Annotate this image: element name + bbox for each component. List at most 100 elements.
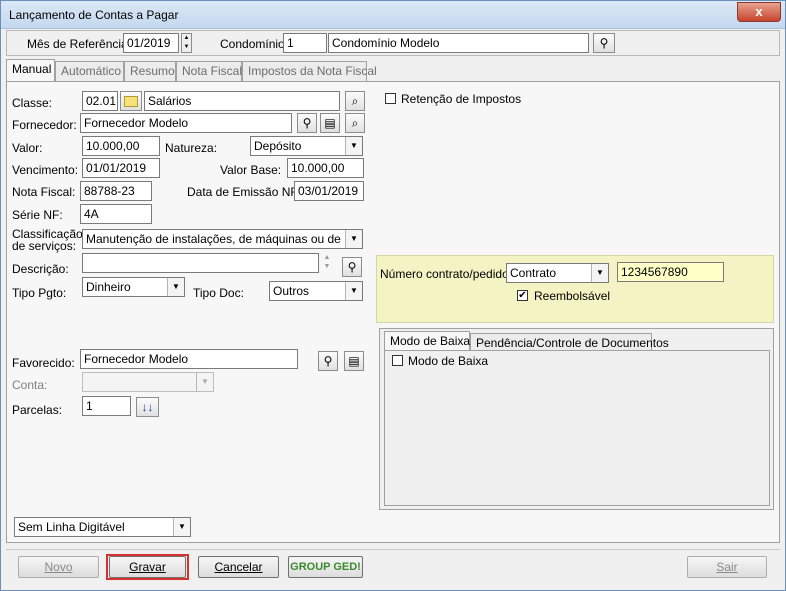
title-bar: Lançamento de Contas a Pagar x xyxy=(1,1,785,29)
classificacao-label-2: de serviços: xyxy=(12,239,77,253)
classe-name-input[interactable]: Salários xyxy=(144,91,340,111)
tab-impostos-nota-fiscal[interactable]: Impostos da Nota Fiscal xyxy=(242,61,377,81)
cancelar-button[interactable]: Cancelar xyxy=(198,556,279,578)
classe-search-button[interactable]: ⌕ xyxy=(345,91,365,111)
chevron-down-icon: ▼ xyxy=(173,518,190,536)
favorecido-binoculars-button[interactable]: ⚲ xyxy=(318,351,338,371)
parcelas-expand-button[interactable]: ↓↓ xyxy=(136,397,159,417)
parcelas-input[interactable]: 1 xyxy=(82,396,131,416)
fornecedor-binoculars-button[interactable]: ⚲ xyxy=(297,113,317,133)
linha-digitavel-select[interactable]: Sem Linha Digitável ▼ xyxy=(14,517,191,537)
tab-manual[interactable]: Manual xyxy=(6,59,55,81)
valor-base-input[interactable]: 10.000,00 xyxy=(287,158,364,178)
fornecedor-properties-button[interactable]: ▤ xyxy=(320,113,340,133)
descricao-label: Descrição: xyxy=(12,262,69,276)
modo-baixa-label: Modo de Baixa xyxy=(408,354,489,368)
cancelar-label: Cancelar xyxy=(214,560,263,574)
chevron-down-icon: ▼ xyxy=(167,278,184,296)
natureza-select[interactable]: Depósito ▼ xyxy=(250,136,363,156)
valor-input[interactable]: 10.000,00 xyxy=(82,136,160,156)
chevron-down-icon: ▼ xyxy=(345,282,362,300)
condominio-label: Condomínio: xyxy=(220,37,289,51)
tipo-pgto-label: Tipo Pgto: xyxy=(12,286,67,300)
tab-resumo[interactable]: Resumo xyxy=(124,61,176,81)
data-emissao-label: Data de Emissão NF: xyxy=(187,185,302,199)
valor-base-label: Valor Base: xyxy=(220,163,282,177)
linha-digitavel-value: Sem Linha Digitável xyxy=(18,520,125,534)
tab-automatico[interactable]: Automático xyxy=(55,61,124,81)
properties-icon: ▤ xyxy=(324,116,336,130)
retencao-checkbox[interactable] xyxy=(385,93,396,104)
group-ged-label: GROUP GED! xyxy=(290,561,361,573)
condominio-name-input[interactable]: Condomínio Modelo xyxy=(328,33,589,53)
fornecedor-input[interactable]: Fornecedor Modelo xyxy=(80,113,292,133)
mes-referencia-label: Mês de Referência: xyxy=(27,37,132,51)
descricao-scroll[interactable]: ▲ ▼ xyxy=(321,253,333,273)
sair-button[interactable]: Sair xyxy=(687,556,767,578)
fornecedor-label: Fornecedor: xyxy=(12,118,77,132)
parcelas-label: Parcelas: xyxy=(12,403,63,417)
valor-label: Valor: xyxy=(12,141,43,155)
data-emissao-input[interactable]: 03/01/2019 xyxy=(294,181,364,201)
main-window: Lançamento de Contas a Pagar x Mês de Re… xyxy=(0,0,786,591)
fornecedor-search-button[interactable]: ⌕ xyxy=(345,113,365,133)
chevron-down-icon: ▼ xyxy=(345,137,362,155)
tipo-pgto-select[interactable]: Dinheiro ▼ xyxy=(82,277,185,297)
nota-fiscal-label: Nota Fiscal: xyxy=(12,185,76,199)
binoculars-icon: ⚲ xyxy=(347,260,357,274)
classificacao-value: Manutenção de instalações, de máquinas o… xyxy=(86,232,344,246)
binoculars-icon: ⚲ xyxy=(323,354,333,368)
close-icon: x xyxy=(755,4,763,19)
modo-baixa-panel xyxy=(384,350,770,506)
tipo-doc-label: Tipo Doc: xyxy=(193,286,244,300)
contrato-numero-input[interactable]: 1234567890 xyxy=(617,262,724,282)
chevron-down-icon: ▼ xyxy=(591,264,608,282)
tab-nota-fiscal[interactable]: Nota Fiscal xyxy=(176,61,242,81)
contrato-label: Número contrato/pedido: xyxy=(380,267,513,281)
footer-separator xyxy=(6,549,780,550)
window-title: Lançamento de Contas a Pagar xyxy=(9,8,179,22)
contrato-tipo-select[interactable]: Contrato ▼ xyxy=(506,263,609,283)
reembolsavel-checkbox[interactable]: ✔ xyxy=(517,290,528,301)
binoculars-icon: ⚲ xyxy=(599,36,609,50)
mes-referencia-input[interactable]: 01/2019 xyxy=(123,33,179,53)
natureza-label: Natureza: xyxy=(165,141,218,155)
favorecido-input[interactable]: Fornecedor Modelo xyxy=(80,349,298,369)
group-ged-button[interactable]: GROUP GED! xyxy=(288,556,363,578)
magnifier-icon: ⌕ xyxy=(351,116,359,130)
gravar-label: Gravar xyxy=(129,560,166,574)
classe-code-input[interactable]: 02.01 xyxy=(82,91,118,111)
conta-label: Conta: xyxy=(12,378,48,392)
classe-folder-button[interactable] xyxy=(120,91,142,111)
condominio-code-input[interactable]: 1 xyxy=(283,33,327,53)
chevron-down-icon: ▼ xyxy=(345,230,362,248)
reembolsavel-label: Reembolsável xyxy=(534,289,611,303)
favorecido-properties-button[interactable]: ▤ xyxy=(344,351,364,371)
tipo-doc-select[interactable]: Outros ▼ xyxy=(269,281,363,301)
magnifier-icon: ⌕ xyxy=(351,94,359,108)
novo-label: Novo xyxy=(44,560,73,574)
vencimento-label: Vencimento: xyxy=(12,163,79,177)
retencao-label: Retenção de Impostos xyxy=(401,92,522,106)
conta-select[interactable]: ▼ xyxy=(82,372,214,392)
mes-referencia-spinner[interactable]: ▲ ▼ xyxy=(181,33,192,53)
tipo-pgto-value: Dinheiro xyxy=(86,280,131,294)
descricao-binoculars-button[interactable]: ⚲ xyxy=(342,257,362,277)
nota-fiscal-input[interactable]: 88788-23 xyxy=(80,181,152,201)
classificacao-select[interactable]: Manutenção de instalações, de máquinas o… xyxy=(82,229,363,249)
novo-button[interactable]: Novo xyxy=(18,556,99,578)
contrato-tipo-value: Contrato xyxy=(510,266,557,280)
spin-updown-icon: ▲ ▼ xyxy=(183,35,190,50)
vencimento-input[interactable]: 01/01/2019 xyxy=(82,158,160,178)
serie-nf-input[interactable]: 4A xyxy=(80,204,152,224)
descricao-input[interactable] xyxy=(82,253,319,273)
main-tabstrip: Manual Automático Resumo Nota Fiscal Imp… xyxy=(6,59,606,81)
condominio-search-button[interactable]: ⚲ xyxy=(593,33,615,53)
gravar-button[interactable]: Gravar xyxy=(109,556,186,578)
modo-baixa-checkbox[interactable] xyxy=(392,355,403,366)
down-arrows-icon: ↓↓ xyxy=(141,400,154,414)
close-button[interactable]: x xyxy=(737,2,781,22)
favorecido-label: Favorecido: xyxy=(12,356,75,370)
tipo-doc-value: Outros xyxy=(273,284,310,298)
sair-label: Sair xyxy=(716,560,738,574)
